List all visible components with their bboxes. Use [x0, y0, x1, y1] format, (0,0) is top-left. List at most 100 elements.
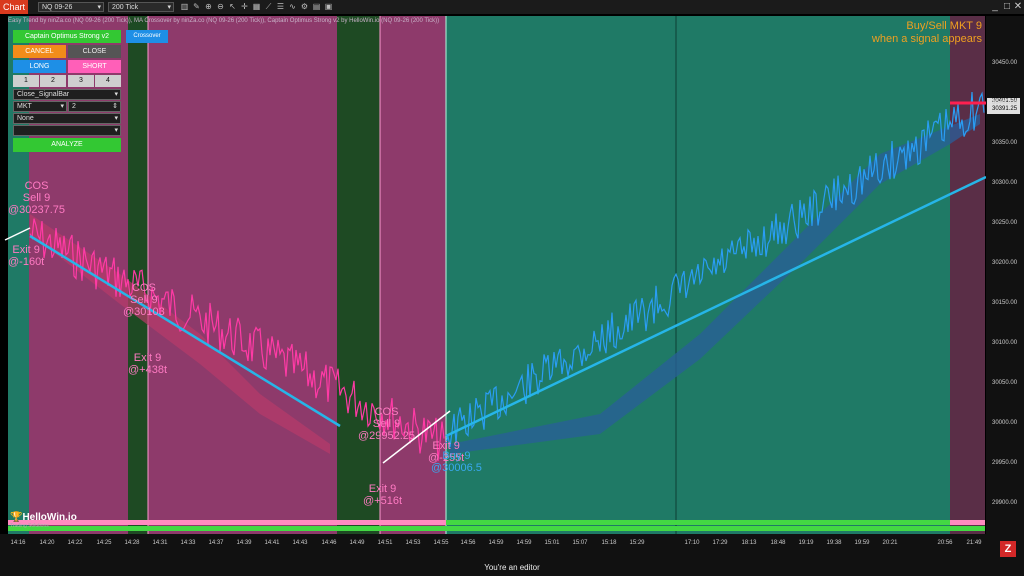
zone-short: [950, 16, 985, 534]
close-button[interactable]: ✕: [1013, 1, 1023, 13]
strategy-icon[interactable]: ⚙: [300, 2, 309, 12]
trade-annotation: COS Sell 9 @30103: [123, 282, 165, 318]
trade-annotation-line: @29952.25: [358, 430, 416, 442]
pen-icon[interactable]: ✎: [192, 2, 201, 12]
zoom-in-icon[interactable]: ⊕: [204, 2, 213, 12]
qty-button-1[interactable]: 1: [13, 75, 39, 87]
trade-annotation-line: @+438t: [128, 364, 167, 376]
minimize-button[interactable]: _: [990, 1, 1000, 13]
time-tick-label: 14:49: [349, 540, 365, 546]
long-button[interactable]: LONG: [13, 60, 66, 73]
quantity-stepper[interactable]: 2 ⇕: [68, 101, 121, 112]
trade-annotation: Exit 9 @-160t: [8, 244, 44, 268]
period-label: 200 Tick: [112, 4, 139, 11]
panel-title: Captain Optimus Strong v2: [13, 30, 121, 43]
signal-strip-pink: [950, 520, 985, 525]
time-tick-label: 14:16: [10, 540, 26, 546]
layout-icon[interactable]: ▣: [324, 2, 333, 12]
qty-button-2[interactable]: 2: [40, 75, 66, 87]
price-tick-label: 30250.00: [992, 220, 1018, 226]
order-type-value: MKT: [17, 103, 32, 110]
corner-note-line1: Buy/Sell MKT 9: [906, 20, 982, 32]
price-tick-label: 30050.00: [992, 380, 1018, 386]
time-tick-label: 14:43: [292, 540, 308, 546]
time-tick-label: 21:49: [966, 540, 982, 546]
time-tick-label: 19:19: [798, 540, 814, 546]
indicator-legend: Easy Trend by ninZa.co (NQ 09-26 (200 Ti…: [8, 18, 440, 24]
trade-annotation-line: Buy 9: [442, 450, 471, 462]
maximize-button[interactable]: □: [1002, 1, 1012, 13]
close-position-button[interactable]: CLOSE: [68, 45, 121, 58]
trade-annotation-line: @30006.5: [431, 462, 482, 474]
time-tick-label: 14:55: [433, 540, 449, 546]
trade-annotation-line: @30103: [123, 306, 165, 318]
close-price-value: 30391.25: [992, 106, 1018, 112]
trade-annotation-line: Sell 9: [130, 294, 158, 306]
bar-chart-icon[interactable]: ▥: [180, 2, 189, 12]
chart-tab[interactable]: Chart: [0, 0, 28, 14]
drawing-icon[interactable]: ⟋: [264, 2, 273, 12]
zone-flat: [128, 16, 148, 534]
time-tick-label: 14:39: [236, 540, 252, 546]
chevron-down-icon: ▾: [97, 4, 101, 11]
time-tick-label: 19:38: [826, 540, 842, 546]
time-tick-label: 14:37: [208, 540, 224, 546]
period-selector[interactable]: 200 Tick ▾: [108, 2, 174, 12]
qty-button-3[interactable]: 3: [68, 75, 94, 87]
chevron-down-icon: ▾: [167, 4, 171, 11]
status-bar: You're an editor: [0, 560, 1024, 576]
short-button[interactable]: SHORT: [68, 60, 121, 73]
zone-short: [148, 16, 337, 534]
stepper-icon[interactable]: ⇕: [112, 102, 118, 112]
trade-annotation-line: Sell 9: [372, 418, 401, 430]
time-tick-label: 20:56: [937, 540, 953, 546]
analyze-button[interactable]: ANALYZE: [13, 138, 121, 152]
signal-strip-green: [8, 526, 985, 531]
time-tick-label: 18:48: [770, 540, 786, 546]
logo-subtitle: Trading Solutions: [10, 523, 49, 529]
trade-annotation: Buy 9 @30006.5: [431, 450, 482, 474]
time-tick-label: 14:56: [460, 540, 476, 546]
instrument-label: NQ 09-26: [42, 4, 73, 11]
cancel-button[interactable]: CANCEL: [13, 45, 66, 58]
trophy-icon: 🏆: [10, 512, 23, 523]
trade-annotation: Exit 9 @+438t: [128, 352, 167, 376]
price-tick-label: 30300.00: [992, 180, 1018, 186]
order-type-select[interactable]: MKT ▾: [13, 101, 67, 112]
grid-icon[interactable]: ▦: [252, 2, 261, 12]
time-tick-label: 14:28: [124, 540, 140, 546]
atm-select[interactable]: None ▾: [13, 113, 121, 124]
price-tick-label: 30000.00: [992, 420, 1018, 426]
time-tick-label: 14:51: [377, 540, 393, 546]
properties-icon[interactable]: ☰: [276, 2, 285, 12]
empty-select[interactable]: ▾: [13, 125, 121, 136]
ninza-badge-icon[interactable]: Z: [1000, 541, 1016, 557]
chevron-down-icon: ▾: [60, 103, 64, 110]
zoom-out-icon[interactable]: ⊖: [216, 2, 225, 12]
trade-annotation-line: @30237.75: [8, 204, 66, 216]
hellowin-logo: 🏆HelloWin.io Trading Solutions: [10, 512, 77, 529]
corner-note: Buy/Sell MKT 9 when a signal appears: [872, 20, 982, 46]
trade-annotation: COS Sell 9 @29952.25: [358, 406, 415, 442]
indicator-icon[interactable]: ∿: [288, 2, 297, 12]
crosshair-icon[interactable]: ✛: [240, 2, 249, 12]
time-tick-label: 20:21: [882, 540, 898, 546]
time-tick-label: 14:31: [152, 540, 168, 546]
qty-button-4[interactable]: 4: [95, 75, 121, 87]
logo-text: HelloWin.io: [22, 512, 77, 523]
trade-annotation: COS Sell 9 @30237.75: [8, 180, 65, 216]
data-box-icon[interactable]: ▤: [312, 2, 321, 12]
signal-select[interactable]: Close_SignalBar ▾: [13, 89, 121, 100]
time-tick-label: 18:13: [741, 540, 757, 546]
crossover-button[interactable]: Crossover: [126, 30, 168, 43]
cursor-icon[interactable]: ↖: [228, 2, 237, 12]
time-tick-label: 14:41: [264, 540, 280, 546]
instrument-selector[interactable]: NQ 09-26 ▾: [38, 2, 104, 12]
time-tick-label: 15:29: [629, 540, 645, 546]
trade-annotation-line: COS: [24, 180, 49, 192]
corner-note-line2: when a signal appears: [871, 33, 982, 45]
time-tick-label: 15:07: [572, 540, 588, 546]
trade-annotation-line: Sell 9: [22, 192, 51, 204]
price-tick-label: 30350.00: [992, 140, 1018, 146]
price-tick-label: 30200.00: [992, 260, 1018, 266]
